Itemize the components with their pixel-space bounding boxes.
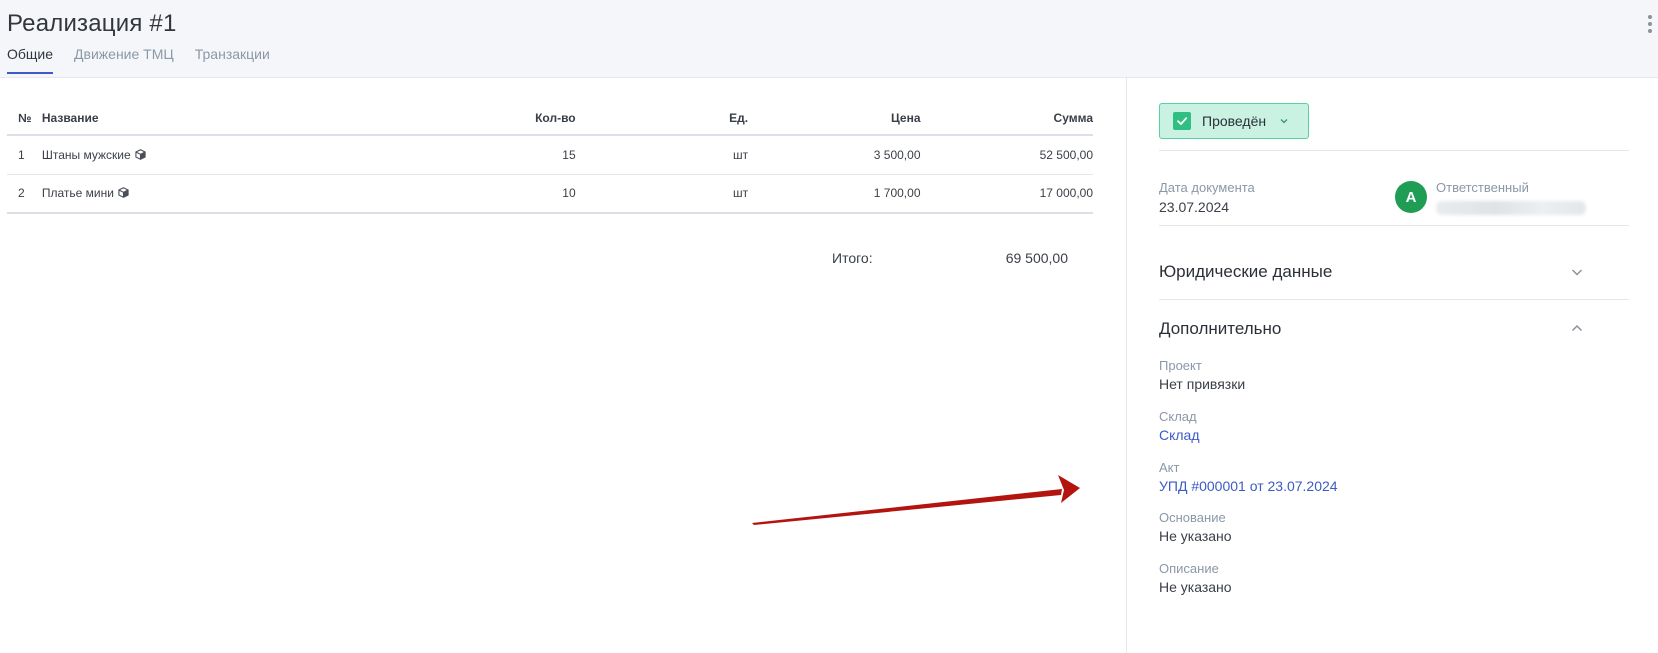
row-quantity: 10 <box>364 174 576 214</box>
avatar: А <box>1395 181 1427 213</box>
column-header-name: Название <box>41 101 365 136</box>
page-title: Реализация #1 <box>7 10 177 37</box>
field-warehouse-label: Склад <box>1159 409 1197 424</box>
row-name-cell: Штаны мужские <box>41 135 365 175</box>
responsible-label: Ответственный <box>1436 180 1529 195</box>
tab-general[interactable]: Общие <box>7 46 54 74</box>
field-description-value: Не указано <box>1159 579 1232 595</box>
field-project-value: Нет привязки <box>1159 376 1246 392</box>
warehouse-link[interactable]: Склад <box>1159 427 1200 443</box>
row-sum: 52 500,00 <box>920 135 1093 175</box>
row-number: 1 <box>7 135 42 175</box>
table-row[interactable]: 1 Штаны мужские 15 шт 3 500,00 52 500,00 <box>7 135 1093 175</box>
column-header-price: Цена <box>748 101 921 136</box>
row-number: 2 <box>7 174 42 214</box>
status-dropdown-button[interactable]: Проведён <box>1159 103 1309 139</box>
total-value: 69 500,00 <box>1005 250 1068 266</box>
additional-section-header[interactable]: Дополнительно <box>1159 319 1609 339</box>
divider <box>1159 299 1629 300</box>
row-name[interactable]: Платье мини <box>42 186 114 200</box>
responsible-person: Ответственный <box>1436 180 1586 215</box>
field-act: Акт УПД #000001 от 23.07.2024 <box>1159 460 1338 494</box>
box-icon <box>118 187 129 199</box>
field-basis-label: Основание <box>1159 510 1226 525</box>
tab-transactions[interactable]: Транзакции <box>195 46 270 74</box>
items-panel: № Название Кол-во Ед. Цена Сумма 1 Штаны… <box>0 78 1126 653</box>
row-price: 1 700,00 <box>748 174 921 214</box>
field-description: Описание Не указано <box>1159 561 1232 595</box>
chevron-up-icon[interactable] <box>1570 321 1584 335</box>
field-warehouse: Склад Склад <box>1159 409 1200 443</box>
field-description-label: Описание <box>1159 561 1219 576</box>
status-label: Проведён <box>1202 113 1267 129</box>
field-act-label: Акт <box>1159 460 1180 475</box>
details-sidebar: Проведён Дата документа 23.07.2024 А Отв… <box>1127 78 1658 653</box>
responsible-email-redacted <box>1436 201 1586 215</box>
document-date-value: 23.07.2024 <box>1159 199 1230 215</box>
column-header-sum: Сумма <box>920 101 1093 136</box>
annotation-arrow-icon <box>752 475 1080 525</box>
check-icon <box>1173 112 1191 130</box>
row-quantity: 15 <box>364 135 576 175</box>
tab-inventory-movement[interactable]: Движение ТМЦ <box>74 46 174 74</box>
row-name[interactable]: Штаны мужские <box>42 148 131 162</box>
document-date-label: Дата документа <box>1159 180 1255 195</box>
column-header-number: № <box>7 101 42 136</box>
table-header-row: № Название Кол-во Ед. Цена Сумма <box>7 101 1093 136</box>
column-header-quantity: Кол-во <box>364 101 576 136</box>
page-header: Реализация #1 Общие Движение ТМЦ Транзак… <box>0 0 1658 78</box>
row-name-cell: Платье мини <box>41 174 365 214</box>
document-date: Дата документа 23.07.2024 <box>1159 180 1255 215</box>
legal-data-section-header[interactable]: Юридические данные <box>1159 262 1609 282</box>
box-icon <box>135 148 146 160</box>
more-vertical-icon[interactable] <box>1645 15 1655 35</box>
chevron-down-icon[interactable] <box>1570 265 1584 279</box>
divider <box>1159 225 1629 226</box>
act-document-link[interactable]: УПД #000001 от 23.07.2024 <box>1159 478 1338 494</box>
column-header-unit: Ед. <box>575 101 749 136</box>
field-basis-value: Не указано <box>1159 528 1232 544</box>
field-project: Проект Нет привязки <box>1159 358 1245 392</box>
row-unit: шт <box>575 174 749 214</box>
tab-bar: Общие Движение ТМЦ Транзакции <box>7 46 291 74</box>
row-sum: 17 000,00 <box>920 174 1093 214</box>
field-basis: Основание Не указано <box>1159 510 1232 544</box>
chevron-down-icon <box>1280 119 1288 124</box>
total-label: Итого: <box>832 250 873 266</box>
divider <box>1159 150 1629 151</box>
items-table: № Название Кол-во Ед. Цена Сумма 1 Штаны… <box>7 101 1093 214</box>
table-row[interactable]: 2 Платье мини 10 шт 1 700,00 17 000,00 <box>7 174 1093 214</box>
field-project-label: Проект <box>1159 358 1202 373</box>
row-unit: шт <box>575 135 749 175</box>
row-price: 3 500,00 <box>748 135 921 175</box>
